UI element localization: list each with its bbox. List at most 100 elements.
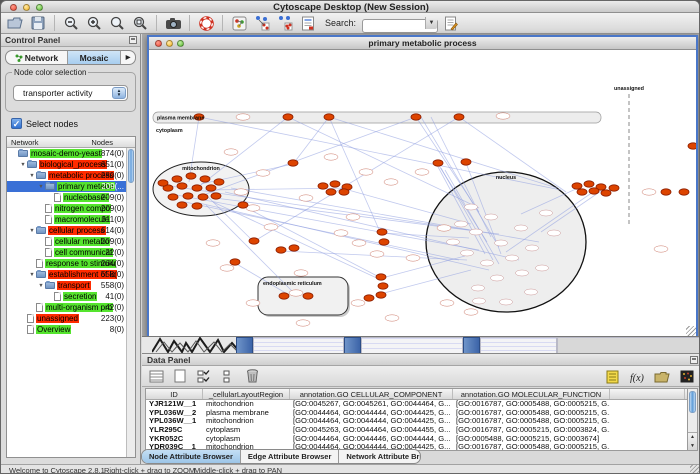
network-node[interactable] xyxy=(584,181,594,187)
expand-arrow-icon[interactable]: ▼ xyxy=(37,184,45,190)
node-color-dropdown[interactable]: transporter activity ▲▼ xyxy=(13,85,128,101)
tree-column-nodes[interactable]: Nodes xyxy=(91,138,113,147)
network-node[interactable] xyxy=(411,114,421,120)
network-node[interactable] xyxy=(183,193,193,199)
dropdown-stepper-icon[interactable]: ▲▼ xyxy=(112,87,126,99)
tab-edge-attribute-browser[interactable]: Edge Attribute Browser xyxy=(241,450,339,463)
window-resize-grip[interactable] xyxy=(690,464,700,474)
network-node[interactable] xyxy=(186,173,196,179)
network-window-titlebar[interactable]: primary metabolic process xyxy=(149,37,696,50)
table-row[interactable]: YPL036W__2plasma membrane[GO:0044464, GO… xyxy=(146,409,689,418)
zoom-out-button[interactable] xyxy=(61,14,81,32)
network-node[interactable] xyxy=(364,295,374,301)
table-row[interactable]: YKR052Ccytoplasm[GO:0044464, GO:0044446,… xyxy=(146,435,689,444)
network-node[interactable] xyxy=(198,194,208,200)
network-node[interactable] xyxy=(609,185,619,191)
tree-row-transport[interactable]: ▼transport558(0) xyxy=(7,280,126,291)
tab-node-attribute-browser[interactable]: Node Attribute Browser xyxy=(142,450,241,463)
tree-column-network[interactable]: Network xyxy=(11,138,39,147)
tree-row-response-to-stimulu[interactable]: response to stimulu264(0) xyxy=(7,258,126,269)
network-node[interactable] xyxy=(158,180,168,186)
expand-arrow-icon[interactable]: ▼ xyxy=(28,173,36,179)
table-scrollbar-thumb[interactable] xyxy=(689,391,696,413)
network-node[interactable] xyxy=(303,293,313,299)
tree-row-biological-process[interactable]: ▼biological_process651(0) xyxy=(7,159,126,170)
network-node[interactable] xyxy=(192,185,202,191)
column-header[interactable]: annotation.GO CELLULAR_COMPONENT xyxy=(290,389,453,399)
zoom-selected-button[interactable] xyxy=(107,14,127,32)
network-node[interactable] xyxy=(461,159,471,165)
column-header[interactable]: _cellularLayoutRegion xyxy=(203,389,290,399)
tree-row-multi-organism-pro[interactable]: multi-organism pro42(0) xyxy=(7,302,126,313)
matrix-button[interactable] xyxy=(677,368,697,386)
network-node[interactable] xyxy=(211,193,221,199)
search-dropdown-arrow-icon[interactable]: ▼ xyxy=(425,17,437,29)
network-node[interactable] xyxy=(177,183,187,189)
expand-arrow-icon[interactable]: ▼ xyxy=(19,162,27,168)
table-scrollbar[interactable]: ▲▼ xyxy=(687,388,698,451)
network-node[interactable] xyxy=(601,190,611,196)
tree-row-primary-metabo[interactable]: ▼primary metabo209(... xyxy=(7,181,126,192)
network-node[interactable] xyxy=(688,143,696,149)
network-node[interactable] xyxy=(330,181,340,187)
tree-row-unassigned[interactable]: unassigned223(0) xyxy=(7,313,126,324)
network-node[interactable] xyxy=(572,183,582,189)
network-window-resize-grip[interactable] xyxy=(686,326,696,336)
table-row[interactable]: YJR121W__1mitochondrion[GO:0045267, GO:0… xyxy=(146,400,689,409)
tree-row-mosaic-demo-yeast[interactable]: mosaic-demo-yeast874(0) xyxy=(7,148,126,159)
tree-row-overview[interactable]: Overview8(0) xyxy=(7,324,126,335)
network-canvas-area[interactable]: plasma membranecytoplasmmitochondrionnuc… xyxy=(149,50,696,336)
background-windows-strip[interactable] xyxy=(142,336,700,353)
column-header[interactable]: ID xyxy=(146,389,203,399)
network-node[interactable] xyxy=(679,189,689,195)
network-node[interactable] xyxy=(249,238,259,244)
tree-row-secretion[interactable]: secretion41(0) xyxy=(7,291,126,302)
tab-network[interactable]: Network xyxy=(6,51,68,64)
network-node[interactable] xyxy=(206,185,216,191)
network-node[interactable] xyxy=(433,160,443,166)
network-node[interactable] xyxy=(279,293,289,299)
formula-button[interactable]: f(x) xyxy=(627,368,647,386)
open-button[interactable] xyxy=(5,14,25,32)
attribute-table[interactable]: ID_cellularLayoutRegionannotation.GO CEL… xyxy=(145,388,690,451)
tree-row-nitrogen-compo[interactable]: nitrogen compo209(0) xyxy=(7,203,126,214)
main-titlebar[interactable]: Cytoscape Desktop (New Session) xyxy=(1,1,700,13)
network-node[interactable] xyxy=(377,229,387,235)
network-node[interactable] xyxy=(378,283,388,289)
more-tabs-arrow[interactable]: ▶ xyxy=(121,51,135,64)
notes-button[interactable] xyxy=(602,368,622,386)
network-node[interactable] xyxy=(288,160,298,166)
network-node[interactable] xyxy=(339,189,349,195)
network-node[interactable] xyxy=(172,176,182,182)
snapshot-button[interactable] xyxy=(163,14,183,32)
network-node[interactable] xyxy=(577,189,587,195)
expand-arrow-icon[interactable]: ▼ xyxy=(28,228,36,234)
network-node[interactable] xyxy=(214,179,224,185)
attribute-list-button[interactable] xyxy=(146,367,166,385)
import-folder-button[interactable] xyxy=(652,368,672,386)
table-row[interactable]: YLR295Ccytoplasm[GO:0045263, GO:0044464,… xyxy=(146,426,689,435)
network-node[interactable] xyxy=(376,274,386,280)
network-view-window[interactable]: primary metabolic process plasma membran… xyxy=(147,35,698,338)
tree-row-establishment-of-lo[interactable]: ▼establishment of lo558(0) xyxy=(7,269,126,280)
layout-button-1[interactable] xyxy=(252,14,272,32)
expand-arrow-icon[interactable]: ▼ xyxy=(28,272,36,278)
save-button[interactable] xyxy=(28,14,48,32)
network-node[interactable] xyxy=(661,189,671,195)
network-node[interactable] xyxy=(454,114,464,120)
network-node[interactable] xyxy=(289,245,299,251)
tree-row-cellular-process[interactable]: ▼cellular process614(0) xyxy=(7,225,126,236)
network-node[interactable] xyxy=(200,176,210,182)
expand-arrow-icon[interactable]: ▼ xyxy=(37,283,45,289)
network-manager-button[interactable] xyxy=(229,14,249,32)
network-node[interactable] xyxy=(168,194,178,200)
vizmapper-button[interactable] xyxy=(298,14,318,32)
network-node[interactable] xyxy=(177,202,187,208)
network-node[interactable] xyxy=(230,259,240,265)
tab-network-attribute-browser[interactable]: Network Attribute Browser xyxy=(339,450,421,463)
delete-attribute-button[interactable] xyxy=(242,367,262,385)
network-node[interactable] xyxy=(326,189,336,195)
column-header[interactable]: annotation.GO MOLECULAR_FUNCTION xyxy=(453,389,610,399)
network-node[interactable] xyxy=(238,202,248,208)
table-row[interactable]: YPL036W__1mitochondrion[GO:0044464, GO:0… xyxy=(146,417,689,426)
